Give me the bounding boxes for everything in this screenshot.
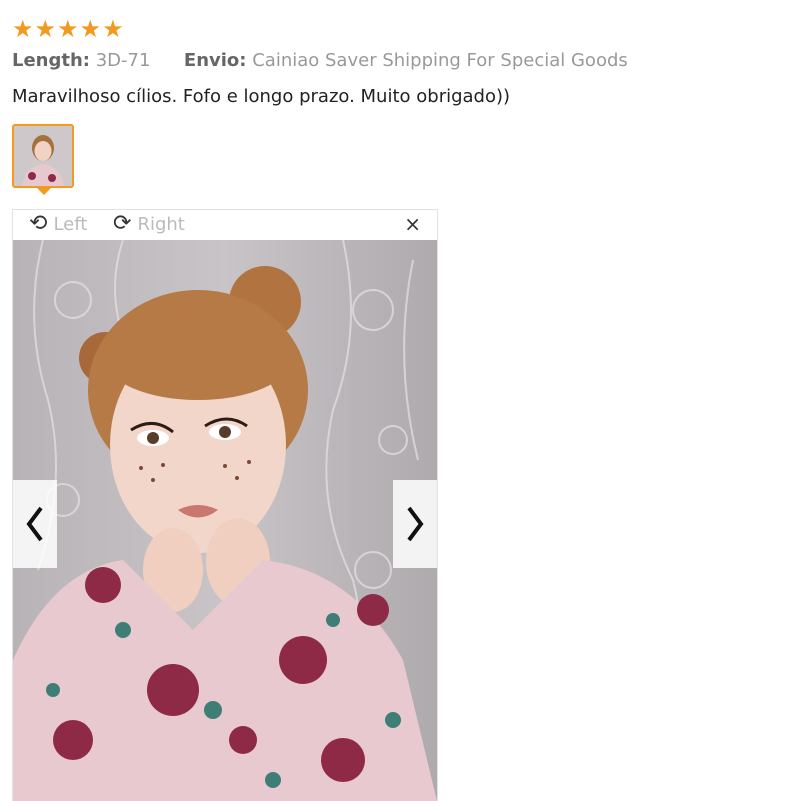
- star-icon: ★: [57, 15, 79, 43]
- star-icon: ★: [102, 15, 124, 43]
- photo-viewer: ⟲ Left ⟳ Right ×: [12, 209, 438, 801]
- star-icon: ★: [34, 15, 57, 43]
- attribute-key-length: Length:: [12, 50, 90, 71]
- previous-photo-button[interactable]: [13, 480, 57, 568]
- rating-stars: ★ ★ ★ ★ ★: [12, 16, 124, 42]
- rotate-right-button[interactable]: ⟳ Right: [113, 212, 185, 236]
- rotate-left-label: Left: [53, 213, 88, 235]
- attribute-value-length: 3D-71: [95, 50, 151, 71]
- next-photo-button[interactable]: [393, 480, 437, 568]
- star-icon: ★: [79, 15, 102, 43]
- rotate-right-icon: ⟳: [113, 211, 132, 236]
- rotate-right-label: Right: [137, 213, 185, 235]
- rotate-left-button[interactable]: ⟲ Left: [29, 212, 87, 236]
- rotate-left-icon: ⟲: [29, 211, 48, 236]
- product-attributes: Length: 3D-71 Envio: Cainiao Saver Shipp…: [12, 50, 628, 71]
- chevron-right-icon: [407, 506, 424, 542]
- close-icon[interactable]: ×: [404, 212, 421, 236]
- attribute-value-shipping: Cainiao Saver Shipping For Special Goods: [252, 50, 628, 71]
- chevron-left-icon: [26, 506, 43, 542]
- star-icon: ★: [12, 15, 34, 43]
- review-photo: [13, 240, 437, 801]
- review-text: Maravilhoso cílios. Fofo e longo prazo. …: [12, 86, 511, 107]
- attribute-key-shipping: Envio:: [183, 50, 247, 71]
- thumbnail-image: [14, 126, 72, 186]
- viewer-toolbar: ⟲ Left ⟳ Right ×: [13, 210, 437, 240]
- thumbnail-selected-caret: [36, 187, 52, 195]
- review-photo-thumbnail[interactable]: [12, 124, 74, 188]
- review-photo-image: [13, 240, 437, 801]
